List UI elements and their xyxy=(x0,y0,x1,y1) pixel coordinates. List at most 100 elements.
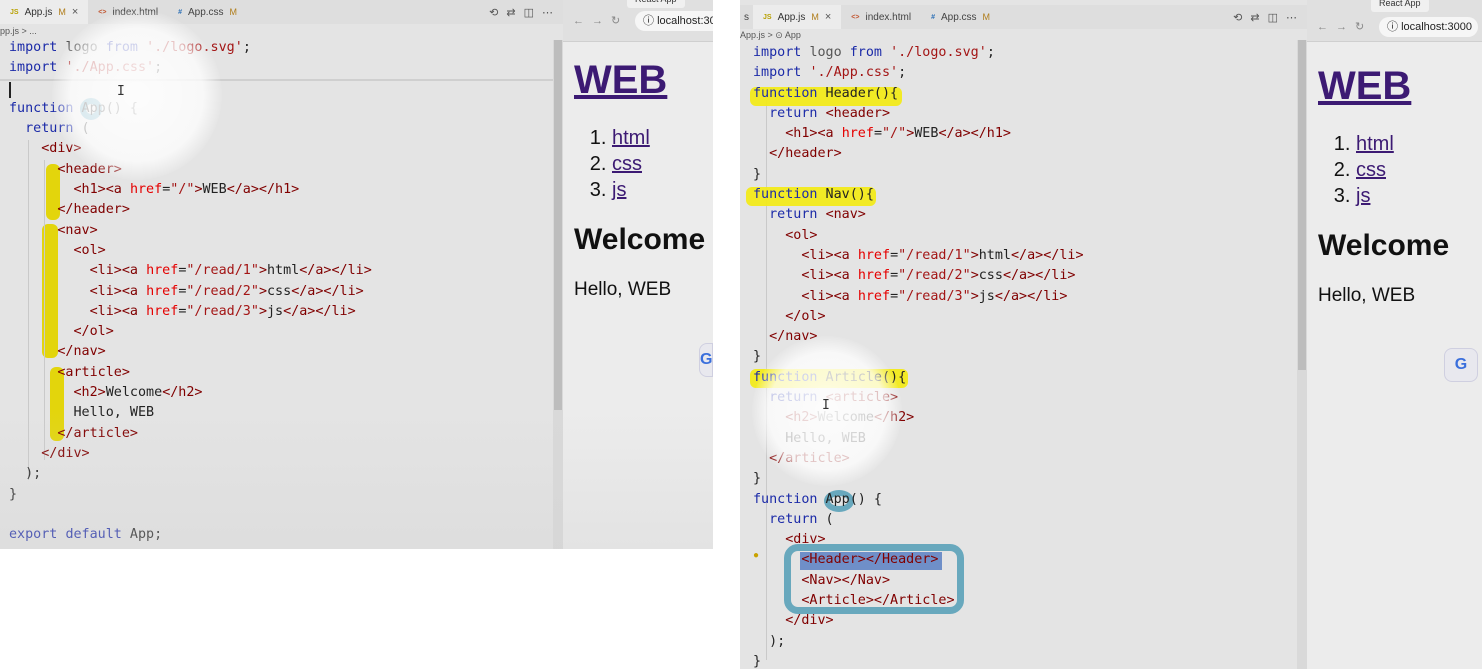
js-file-icon: JS xyxy=(763,13,772,21)
page-title-link[interactable]: WEB xyxy=(1318,64,1482,109)
tab-overflow[interactable]: s xyxy=(740,5,753,29)
link-html[interactable]: html xyxy=(1356,133,1394,155)
css-file-icon: # xyxy=(178,8,182,16)
css-file-icon: # xyxy=(931,13,935,21)
tab-index-html[interactable]: <> index.html xyxy=(88,0,168,24)
code-line: } xyxy=(753,349,762,365)
editor-scrollbar[interactable] xyxy=(553,40,563,549)
code-line: return ( xyxy=(769,511,834,527)
scrollbar-thumb[interactable] xyxy=(554,40,562,410)
code-line: <h1><a href="/">WEB</a></h1> xyxy=(785,126,1011,142)
more-icon[interactable]: ⋯ xyxy=(542,6,553,19)
more-icon[interactable]: ⋯ xyxy=(1286,11,1297,24)
code-line: </nav> xyxy=(769,329,818,345)
editor-scrollbar[interactable] xyxy=(1297,40,1307,669)
compare-icon[interactable]: ⇄ xyxy=(506,6,515,19)
modified-badge: M xyxy=(58,7,66,17)
code-line: Hello, WEB xyxy=(753,430,866,446)
breadcrumb[interactable]: pp.js > ... xyxy=(0,26,37,36)
list-item: css xyxy=(1356,157,1482,183)
breadcrumb[interactable]: App.js > ⊙ App xyxy=(740,30,801,41)
code-line: Hello, WEB xyxy=(9,405,155,421)
back-icon[interactable]: ← xyxy=(1317,21,1336,33)
code-content[interactable]: import logo from './logo.svg'; import '.… xyxy=(9,38,553,545)
history-icon[interactable]: ⟲ xyxy=(489,6,498,19)
tab-label: App.css xyxy=(187,6,224,18)
editor-actions: ⟲ ⇄ ◫ ⋯ xyxy=(489,0,553,24)
code-line: </ol> xyxy=(785,308,826,324)
google-translate-icon[interactable]: G xyxy=(1444,348,1478,382)
code-line: </nav> xyxy=(57,344,106,360)
welcome-heading: Welcome xyxy=(574,223,706,256)
close-icon[interactable]: × xyxy=(72,6,78,18)
code-line: <h1><a href="/">WEB</a></h1> xyxy=(73,182,300,198)
code-line: <header> xyxy=(57,161,122,177)
info-icon: ⓘ xyxy=(1387,21,1402,33)
welcome-heading: Welcome xyxy=(1318,229,1450,262)
browser-window: React App ←→↻ ⓘ localhost:3000 WEB html … xyxy=(1307,0,1482,669)
link-js[interactable]: js xyxy=(1356,185,1370,207)
code-editor: JS App.js M × <> index.html # App.css M … xyxy=(0,0,563,549)
page-title-link[interactable]: WEB xyxy=(574,58,713,103)
editor-tab-bar: s JS App.js M × <> index.html # App.css … xyxy=(740,5,1307,29)
reload-icon[interactable]: ↻ xyxy=(1355,21,1372,33)
code-line: ); xyxy=(753,633,786,649)
code-line: function App() { xyxy=(753,491,882,507)
code-editor: s JS App.js M × <> index.html # App.css … xyxy=(740,0,1307,669)
code-line: <Nav></Nav> xyxy=(801,572,891,588)
html-file-icon: <> xyxy=(98,8,107,16)
list-item: js xyxy=(612,177,713,203)
history-icon[interactable]: ⟲ xyxy=(1233,11,1242,24)
link-js[interactable]: js xyxy=(612,179,626,201)
google-translate-icon[interactable]: G xyxy=(699,343,713,377)
compare-icon[interactable]: ⇄ xyxy=(1250,11,1259,24)
import-logo: logo xyxy=(65,40,98,55)
link-css[interactable]: css xyxy=(612,153,642,175)
split-editor-icon[interactable]: ◫ xyxy=(524,6,534,19)
link-html[interactable]: html xyxy=(612,127,650,149)
editor-actions: ⟲ ⇄ ◫ ⋯ xyxy=(1233,5,1297,29)
browser-tab[interactable]: React App xyxy=(1371,0,1429,12)
hello-text: Hello, WEB xyxy=(1318,285,1416,306)
code-line: } xyxy=(753,471,762,487)
modified-badge: M xyxy=(982,12,991,22)
tab-label: App.js xyxy=(24,6,53,18)
tab-label: App.js xyxy=(777,11,806,23)
back-icon[interactable]: ← xyxy=(573,15,592,27)
split-editor-icon[interactable]: ◫ xyxy=(1268,11,1278,24)
browser-toolbar: React App ←→↻ ⓘ localhost:3000 xyxy=(1307,0,1482,42)
browser-nav-buttons: ←→↻ xyxy=(1317,20,1372,33)
tab-app-css[interactable]: # App.css M xyxy=(168,0,247,24)
import-logo: logo xyxy=(809,45,842,60)
browser-tab[interactable]: React App xyxy=(627,0,685,8)
scrollbar-thumb[interactable] xyxy=(1298,40,1306,370)
address-bar[interactable]: ⓘ localhost:3000 xyxy=(1379,17,1478,37)
editor-tab-bar: JS App.js M × <> index.html # App.css M … xyxy=(0,0,563,24)
forward-icon[interactable]: → xyxy=(1336,21,1355,33)
address-bar[interactable]: ⓘ localhost:30 xyxy=(635,11,713,31)
tab-app-js[interactable]: JS App.js M × xyxy=(0,0,89,24)
code-line: <ol> xyxy=(785,227,818,243)
tab-app-css[interactable]: # App.css M xyxy=(921,5,1000,29)
code-line: import './App.css'; xyxy=(753,65,907,81)
tab-index-html[interactable]: <> index.html xyxy=(841,5,921,29)
lightbulb-icon[interactable]: ● xyxy=(753,550,759,561)
tab-label: index.html xyxy=(865,11,912,23)
link-css[interactable]: css xyxy=(1356,159,1386,181)
close-icon[interactable]: × xyxy=(825,11,831,23)
forward-icon[interactable]: → xyxy=(592,15,611,27)
code-content[interactable]: import logo from './logo.svg'; import '.… xyxy=(753,43,1297,669)
code-line: } xyxy=(753,166,762,182)
tab-app-js[interactable]: JS App.js M × xyxy=(753,5,842,29)
code-line: return <article> xyxy=(769,390,899,406)
code-line: function Article(){ xyxy=(753,369,907,385)
reload-icon[interactable]: ↻ xyxy=(611,15,628,27)
modified-badge: M xyxy=(811,12,819,22)
code-line: return <header> xyxy=(769,105,891,121)
right-screenshot-panel: s JS App.js M × <> index.html # App.css … xyxy=(740,0,1482,669)
code-line: return <nav> xyxy=(769,207,866,223)
code-line: <h2>Welcome</h2> xyxy=(785,410,915,426)
code-line: import logo from './logo.svg'; xyxy=(9,40,251,55)
code-line: } xyxy=(753,653,762,669)
